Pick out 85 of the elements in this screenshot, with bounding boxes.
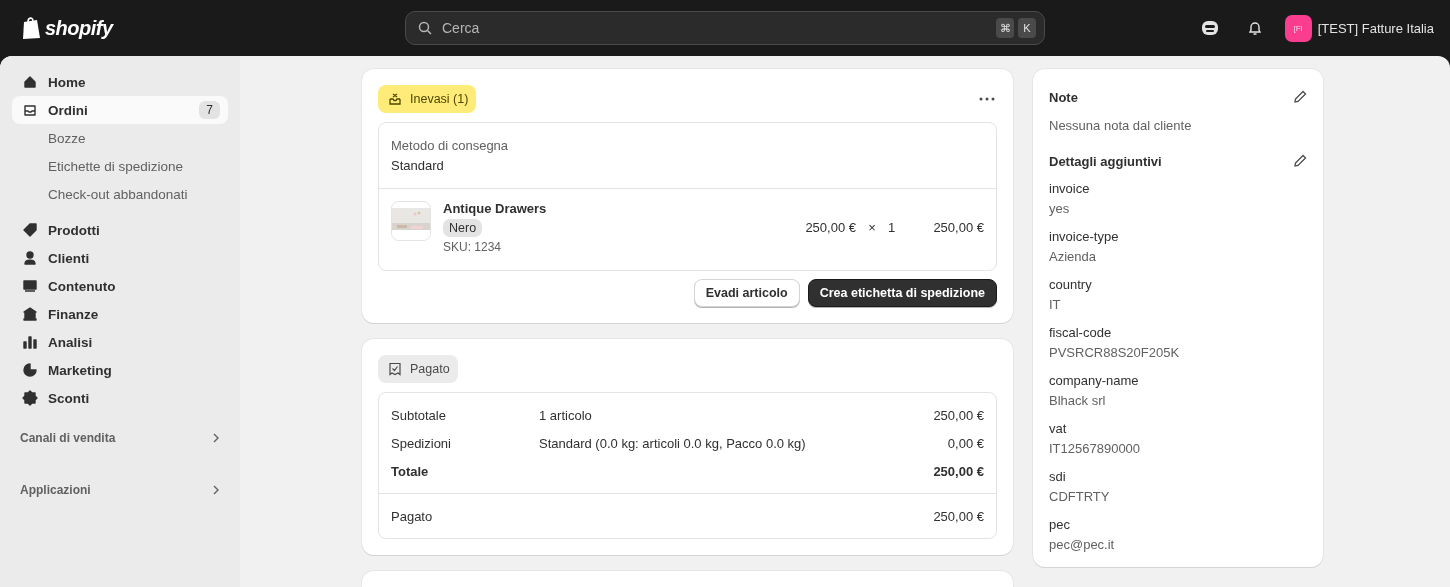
nav-icon (22, 278, 38, 294)
nav-item[interactable]: Analisi (12, 328, 228, 356)
nav-icon (22, 390, 38, 406)
detail-value: IT12567890000 (1049, 440, 1142, 458)
detail-key: pec (1049, 515, 1307, 535)
quantity: 1 (888, 220, 897, 235)
nav-icon (22, 334, 38, 350)
card-title: Note (1049, 89, 1078, 105)
summary-amount: 250,00 € (933, 463, 984, 479)
detail-value: Blhack srl (1049, 392, 1107, 410)
summary-detail: Standard (0.0 kg: articoli 0.0 kg, Pacco 0.0 kg) (539, 435, 806, 451)
section-link[interactable]: Applicazioni (12, 476, 228, 504)
assistant-icon[interactable] (1200, 20, 1219, 36)
nav-item[interactable]: Contenuto (12, 272, 228, 300)
summary-amount: 0,00 € (947, 435, 984, 451)
nav-item[interactable]: Bozze (12, 124, 228, 152)
detail-key: vat (1049, 419, 1307, 439)
detail-key: invoice-type (1049, 227, 1307, 247)
bell-icon[interactable] (1246, 20, 1263, 36)
nav-item[interactable]: Home (12, 68, 228, 96)
nav-item[interactable]: Etichette di spedizione (12, 152, 228, 180)
nav-item[interactable]: Finanze (12, 300, 228, 328)
detail-key: sdi (1049, 467, 1307, 487)
detail-value: Azienda (1049, 248, 1097, 266)
shortcut-key: ⌘ (996, 18, 1014, 38)
detail-value: PVSRCR88S20F205K (1049, 344, 1181, 362)
receipt-icon (388, 362, 402, 376)
multiply-sign: × (867, 220, 877, 235)
note-text: Nessuna nota dal cliente (1049, 117, 1193, 135)
search-input[interactable]: Cerca (440, 19, 988, 37)
status-badge: Pagato (378, 355, 458, 383)
section-link[interactable]: Canali di vendita (12, 424, 228, 452)
nav-item[interactable]: Check-out abbandonati (12, 180, 228, 208)
summary-amount: 250,00 € (933, 407, 984, 423)
store-menu[interactable]: [FI [TEST] Fatture Italia (1284, 14, 1434, 42)
detail-value: pec@pec.it (1049, 536, 1116, 554)
detail-value: yes (1049, 200, 1071, 218)
nav-item[interactable]: Clienti (12, 244, 228, 272)
detail-value: CDFTRTY (1049, 488, 1111, 506)
detail-value: IT (1049, 296, 1062, 314)
count-badge: 7 (199, 101, 220, 119)
sku-text: SKU: 1234 (443, 240, 502, 254)
chevron-right-icon (212, 433, 220, 443)
detail-key: invoice (1049, 179, 1307, 199)
more-icon[interactable] (979, 97, 995, 101)
unit-price: 250,00 € (804, 220, 856, 235)
logo-text[interactable]: shopify (45, 16, 113, 40)
nav-icon (22, 250, 38, 266)
detail-key: company-name (1049, 371, 1307, 391)
shopping-bag-icon (20, 16, 42, 40)
summary-amount: 250,00 € (933, 508, 984, 524)
summary-detail: 1 articolo (539, 407, 592, 423)
nav-item[interactable]: Ordini 7 (12, 96, 228, 124)
pencil-icon[interactable] (1293, 90, 1307, 104)
delivery-label: Metodo di consegna (391, 137, 510, 155)
summary-label: Totale (391, 463, 430, 479)
summary-label: Spedizioni (391, 435, 452, 451)
line-total: 250,00 € (932, 220, 984, 235)
primary-button[interactable]: Crea etichetta di spedizione (807, 279, 997, 307)
store-name: [TEST] Fatture Italia (1317, 20, 1434, 36)
nav-icon (22, 222, 38, 238)
nav-icon (22, 306, 38, 322)
product-name[interactable]: Antique Drawers (443, 201, 547, 216)
secondary-button[interactable]: Evadi articolo (693, 279, 800, 307)
card-title: Dettagli aggiuntivi (1049, 153, 1162, 169)
detail-key: fiscal-code (1049, 323, 1307, 343)
nav-item[interactable]: Marketing (12, 356, 228, 384)
status-badge: Inevasi (1) (378, 85, 477, 113)
detail-key: country (1049, 275, 1307, 295)
chevron-right-icon (212, 485, 220, 495)
summary-label: Pagato (391, 508, 434, 524)
nav-item[interactable]: Prodotti (12, 216, 228, 244)
pencil-icon[interactable] (1293, 154, 1307, 168)
variant-tag: Nero (443, 219, 483, 237)
nav-icon (22, 74, 38, 90)
search-bar[interactable]: Cerca ⌘ K (405, 11, 1045, 45)
nav-icon (22, 362, 38, 378)
nav-item[interactable]: Sconti (12, 384, 228, 412)
search-icon (418, 21, 432, 35)
store-avatar: [FI (1284, 14, 1312, 42)
delivery-method: Standard (391, 157, 445, 175)
shortcut-key: K (1018, 18, 1036, 38)
nav-icon (22, 102, 38, 118)
inbox-icon (388, 92, 402, 106)
summary-label: Subtotale (391, 407, 447, 423)
